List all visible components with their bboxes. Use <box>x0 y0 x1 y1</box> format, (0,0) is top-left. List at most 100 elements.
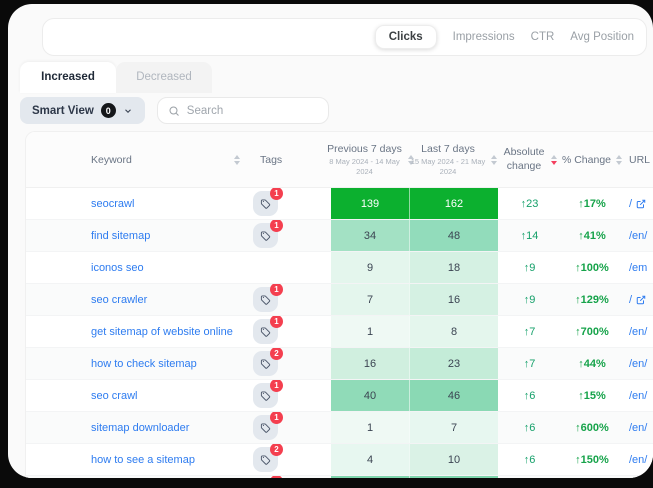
last-value-cell <box>409 476 498 478</box>
keyword-link[interactable] <box>26 476 246 478</box>
tag-icon <box>260 454 271 465</box>
sort-keyword[interactable] <box>234 155 240 165</box>
url-link[interactable]: /en/ <box>623 220 653 251</box>
url-link[interactable] <box>623 476 653 478</box>
tag-count-badge: 1 <box>270 284 283 296</box>
table-row[interactable]: seo crawl 1 40 46 ↑6 ↑15% /en/ <box>26 380 653 412</box>
tag-button[interactable]: 2 <box>253 447 278 472</box>
tag-icon <box>260 390 271 401</box>
col-url-label: URL <box>629 154 650 166</box>
percent-change-value <box>561 476 623 478</box>
tag-button[interactable]: 1 <box>253 319 278 344</box>
absolute-change-value: ↑23 <box>498 188 561 219</box>
url-link[interactable]: /en/ <box>623 316 653 347</box>
sort-percent[interactable] <box>616 155 622 165</box>
table-row[interactable]: get sitemap of website online 1 1 8 ↑7 ↑… <box>26 316 653 348</box>
tag-icon <box>260 358 271 369</box>
tags-cell <box>246 252 331 283</box>
last-value-cell: 162 <box>409 188 498 219</box>
url-text: /en/ <box>629 454 647 466</box>
keyword-link[interactable]: iconos seo <box>26 252 246 283</box>
keywords-table: Keyword Tags Previous 7 days 8 May 2024 … <box>25 131 653 478</box>
tags-cell: 1 <box>246 380 331 411</box>
percent-change-value: ↑150% <box>561 444 623 475</box>
col-previous-label: Previous 7 days 8 May 2024 - 14 May 2024 <box>327 143 403 176</box>
tag-count-badge <box>270 476 283 478</box>
last-value-cell: 46 <box>409 380 498 411</box>
tab-impressions[interactable]: Impressions <box>453 31 515 43</box>
keyword-link[interactable]: seocrawl <box>26 188 246 219</box>
table-row[interactable]: iconos seo 9 18 ↑9 ↑100% /em <box>26 252 653 284</box>
tag-icon <box>260 422 271 433</box>
dashboard-card: Clicks Impressions CTR Avg Position Incr… <box>8 4 653 478</box>
url-link[interactable]: / <box>623 284 653 315</box>
url-text: /en/ <box>629 358 647 370</box>
table-row[interactable]: how to check sitemap 2 16 23 ↑7 ↑44% /en… <box>26 348 653 380</box>
table-row[interactable]: sitemap downloader 1 1 7 ↑6 ↑600% /en/ <box>26 412 653 444</box>
metric-toolbar: Clicks Impressions CTR Avg Position <box>42 18 647 56</box>
url-text: /en/ <box>629 422 647 434</box>
tab-ctr[interactable]: CTR <box>531 31 555 43</box>
search-box[interactable] <box>157 97 329 124</box>
col-url: URL <box>623 154 653 166</box>
absolute-change-value: ↑14 <box>498 220 561 251</box>
external-link-icon <box>636 199 646 209</box>
tab-decreased[interactable]: Decreased <box>116 62 212 93</box>
smart-view-dropdown[interactable]: Smart View 0 <box>20 97 145 124</box>
last-value-cell: 23 <box>409 348 498 379</box>
search-icon <box>168 105 180 117</box>
tag-icon <box>260 230 271 241</box>
previous-value-cell: 40 <box>331 380 409 411</box>
url-link[interactable]: /en/ <box>623 348 653 379</box>
table-row[interactable]: find sitemap 1 34 48 ↑14 ↑41% /en/ <box>26 220 653 252</box>
tags-cell: 1 <box>246 220 331 251</box>
url-link[interactable]: /en/ <box>623 444 653 475</box>
keyword-link[interactable]: how to check sitemap <box>26 348 246 379</box>
table-row[interactable] <box>26 476 653 478</box>
tag-button[interactable]: 1 <box>253 287 278 312</box>
keyword-link[interactable]: how to see a sitemap <box>26 444 246 475</box>
col-keyword: Keyword <box>26 154 246 166</box>
sort-last[interactable] <box>491 155 497 165</box>
col-tags: Tags <box>246 154 331 166</box>
tag-button[interactable]: 1 <box>253 415 278 440</box>
trend-tabs: Increased Decreased <box>20 62 212 93</box>
tag-button[interactable]: 1 <box>253 223 278 248</box>
url-link[interactable]: /en/ <box>623 380 653 411</box>
tags-cell <box>246 476 331 478</box>
tab-avg-position[interactable]: Avg Position <box>570 31 634 43</box>
absolute-change-value: ↑6 <box>498 444 561 475</box>
table-row[interactable]: seocrawl 1 139 162 ↑23 ↑17% / <box>26 188 653 220</box>
tag-button[interactable]: 2 <box>253 351 278 376</box>
url-link[interactable]: /em <box>623 252 653 283</box>
search-input[interactable] <box>187 105 318 117</box>
tag-button[interactable]: 1 <box>253 191 278 216</box>
tag-icon <box>260 326 271 337</box>
url-link[interactable]: / <box>623 188 653 219</box>
col-keyword-label: Keyword <box>91 154 132 166</box>
keyword-link[interactable]: sitemap downloader <box>26 412 246 443</box>
keyword-link[interactable]: find sitemap <box>26 220 246 251</box>
keyword-link[interactable]: seo crawl <box>26 380 246 411</box>
absolute-change-value: ↑9 <box>498 252 561 283</box>
percent-change-value: ↑15% <box>561 380 623 411</box>
url-text: / <box>629 294 632 306</box>
tags-cell: 2 <box>246 348 331 379</box>
absolute-change-value: ↑6 <box>498 380 561 411</box>
keyword-link[interactable]: get sitemap of website online <box>26 316 246 347</box>
previous-value-cell: 16 <box>331 348 409 379</box>
url-text: /en/ <box>629 390 647 402</box>
tab-clicks[interactable]: Clicks <box>375 25 437 49</box>
table-row[interactable]: how to see a sitemap 2 4 10 ↑6 ↑150% /en… <box>26 444 653 476</box>
table-body: seocrawl 1 139 162 ↑23 ↑17% / find sitem… <box>26 188 653 478</box>
tags-cell: 1 <box>246 412 331 443</box>
sort-absolute-active[interactable] <box>551 155 557 165</box>
tab-increased[interactable]: Increased <box>20 62 116 93</box>
percent-change-value: ↑600% <box>561 412 623 443</box>
last-value-cell: 16 <box>409 284 498 315</box>
last-value-cell: 8 <box>409 316 498 347</box>
table-row[interactable]: seo crawler 1 7 16 ↑9 ↑129% / <box>26 284 653 316</box>
tag-button[interactable]: 1 <box>253 383 278 408</box>
keyword-link[interactable]: seo crawler <box>26 284 246 315</box>
url-link[interactable]: /en/ <box>623 412 653 443</box>
